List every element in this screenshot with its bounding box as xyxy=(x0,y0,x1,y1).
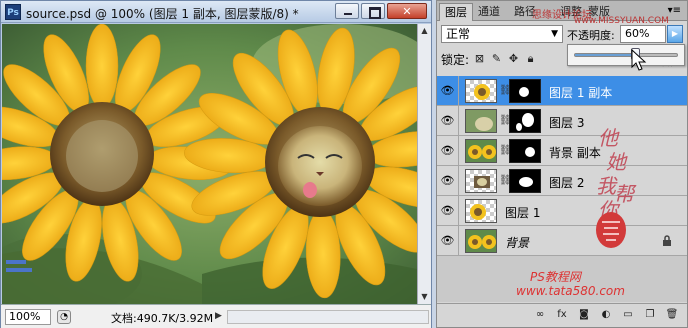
photoshop-app-icon: Ps xyxy=(5,4,21,20)
layer-thumbnail[interactable] xyxy=(465,139,497,163)
layer-name: 图层 1 xyxy=(505,206,541,220)
document-title: source.psd @ 100% (图层 1 副本, 图层蒙版/8) * xyxy=(26,7,299,21)
sunflowers-thumbnail-icon xyxy=(466,140,496,162)
maximize-button[interactable] xyxy=(361,3,385,19)
layer-row[interactable]: 👁︎ ⛓ 图层 2 xyxy=(437,166,687,196)
eye-icon[interactable]: 👁︎ xyxy=(437,196,459,226)
vertical-scrollbar[interactable]: ▲ ▼ xyxy=(417,24,431,304)
flower-thumbnail-icon xyxy=(470,204,486,220)
opacity-slider-track[interactable] xyxy=(574,48,678,60)
layer-row[interactable]: 👁︎ 图层 1 xyxy=(437,196,687,226)
layer-thumbnail[interactable] xyxy=(465,229,497,253)
layer-name: 图层 2 xyxy=(549,176,585,190)
document-window: Ps source.psd @ 100% (图层 1 副本, 图层蒙版/8) * xyxy=(0,0,432,328)
layer-name: 背景 副本 xyxy=(549,146,601,160)
opacity-input[interactable]: 60% xyxy=(620,25,666,43)
lock-all-icon[interactable]: 🔒︎ xyxy=(524,52,537,65)
scroll-down-icon[interactable]: ▼ xyxy=(418,290,431,304)
watermark-top-url: www.MISSYUAN.COM xyxy=(574,16,669,26)
adjustment-layer-icon[interactable]: ◐ xyxy=(599,308,613,322)
cat-face-thumbnail-icon xyxy=(474,176,490,188)
layer-mask-thumbnail[interactable] xyxy=(509,109,541,133)
opacity-label: 不透明度: xyxy=(567,29,615,42)
status-arrow-icon[interactable]: ▶ xyxy=(215,311,222,321)
layer-thumbnail[interactable] xyxy=(465,109,497,133)
photoshop-screen: Ps source.psd @ 100% (图层 1 副本, 图层蒙版/8) * xyxy=(0,0,688,328)
layer-row[interactable]: 👁︎ ⛓ 图层 1 副本 xyxy=(437,76,687,106)
document-status-bar: 100% ◔ 文档:490.7K/3.92M ▶ xyxy=(1,304,431,328)
flower-thumbnail-icon xyxy=(474,84,490,100)
mask-shape-icon xyxy=(519,177,533,187)
image-canvas[interactable] xyxy=(2,24,417,304)
opacity-slider-popup[interactable] xyxy=(567,44,685,66)
layer-mask-thumbnail[interactable] xyxy=(509,139,541,163)
opacity-slider-toggle-icon[interactable]: ▶ xyxy=(667,25,683,43)
layer-mask-thumbnail[interactable] xyxy=(509,169,541,193)
window-controls xyxy=(335,3,427,19)
eye-icon[interactable]: 👁︎ xyxy=(437,166,459,196)
new-layer-icon[interactable]: ❐ xyxy=(643,308,657,322)
opacity-slider-fill xyxy=(575,54,637,56)
layer-row[interactable]: 👁︎ ⛓ 图层 3 xyxy=(437,106,687,136)
lock-icon xyxy=(663,235,671,246)
watermark-site-name: PS教程网 xyxy=(530,270,581,284)
eye-icon[interactable]: 👁︎ xyxy=(437,226,459,256)
sunflower-image xyxy=(2,24,417,304)
scroll-up-icon[interactable]: ▲ xyxy=(418,24,431,38)
mask-shape-icon xyxy=(519,87,529,97)
layer-row[interactable]: 👁︎ 背景 xyxy=(437,226,687,256)
zoom-field[interactable]: 100% xyxy=(5,309,51,325)
trash-icon[interactable]: 🗑︎ xyxy=(665,308,679,322)
document-info: 文档:490.7K/3.92M xyxy=(111,312,214,325)
layers-panel-footer: ∞ fx ◙ ◐ ▭ ❐ 🗑︎ xyxy=(437,303,687,327)
layer-name: 图层 3 xyxy=(549,116,585,130)
link-icon[interactable]: ⛓ xyxy=(499,175,512,187)
status-menu-icon[interactable]: ◔ xyxy=(57,310,71,324)
lock-label: 锁定: xyxy=(441,53,470,67)
eye-icon[interactable]: 👁︎ xyxy=(437,136,459,166)
lock-brush-icon[interactable]: ✎ xyxy=(490,52,503,65)
red-seal-stamp xyxy=(596,212,626,248)
layer-thumbnail[interactable] xyxy=(465,169,497,193)
lock-position-icon[interactable]: ✥ xyxy=(507,52,520,65)
watermark-site-url: www.tata580.com xyxy=(516,284,625,298)
link-icon[interactable]: ⛓ xyxy=(499,85,512,97)
tab-layers[interactable]: 图层 xyxy=(439,3,473,21)
mask-shape-icon xyxy=(525,147,535,157)
tab-channels[interactable]: 通道 xyxy=(473,3,505,21)
layer-thumbnail[interactable] xyxy=(465,199,497,223)
mask-shape-icon xyxy=(516,113,534,131)
horizontal-scrollbar[interactable] xyxy=(227,310,429,324)
link-layers-icon[interactable]: ∞ xyxy=(533,308,547,322)
mouse-cursor-icon xyxy=(631,49,647,71)
document-title-bar[interactable]: Ps source.psd @ 100% (图层 1 副本, 图层蒙版/8) * xyxy=(1,1,431,23)
add-mask-icon[interactable]: ◙ xyxy=(577,308,591,322)
footer-buttons: ∞ fx ◙ ◐ ▭ ❐ 🗑︎ xyxy=(533,308,679,322)
new-group-icon[interactable]: ▭ xyxy=(621,308,635,322)
link-icon[interactable]: ⛓ xyxy=(499,115,512,127)
lock-transparent-icon[interactable]: ⊠ xyxy=(473,52,486,65)
eye-icon[interactable]: 👁︎ xyxy=(437,76,459,106)
blend-mode-select[interactable]: 正常 ▼ xyxy=(441,25,563,43)
sunflowers-thumbnail-icon xyxy=(466,230,496,252)
layer-thumbnail[interactable] xyxy=(465,79,497,103)
lock-options: ⊠ ✎ ✥ 🔒︎ xyxy=(473,52,537,65)
layer-mask-thumbnail[interactable] xyxy=(509,79,541,103)
cat-thumbnail-icon xyxy=(466,110,496,132)
minimize-button[interactable] xyxy=(335,3,359,19)
layer-name: 背景 xyxy=(505,236,530,250)
chevron-down-icon: ▼ xyxy=(551,29,558,39)
eye-icon[interactable]: 👁︎ xyxy=(437,106,459,136)
layer-name: 图层 1 副本 xyxy=(549,86,613,100)
link-icon[interactable]: ⛓ xyxy=(499,145,512,157)
close-button[interactable] xyxy=(387,3,427,19)
layer-row[interactable]: 👁︎ ⛓ 背景 副本 xyxy=(437,136,687,166)
fx-icon[interactable]: fx xyxy=(555,308,569,322)
panel-menu-icon[interactable]: ▾≡ xyxy=(668,5,681,16)
blend-mode-value: 正常 xyxy=(446,27,471,41)
